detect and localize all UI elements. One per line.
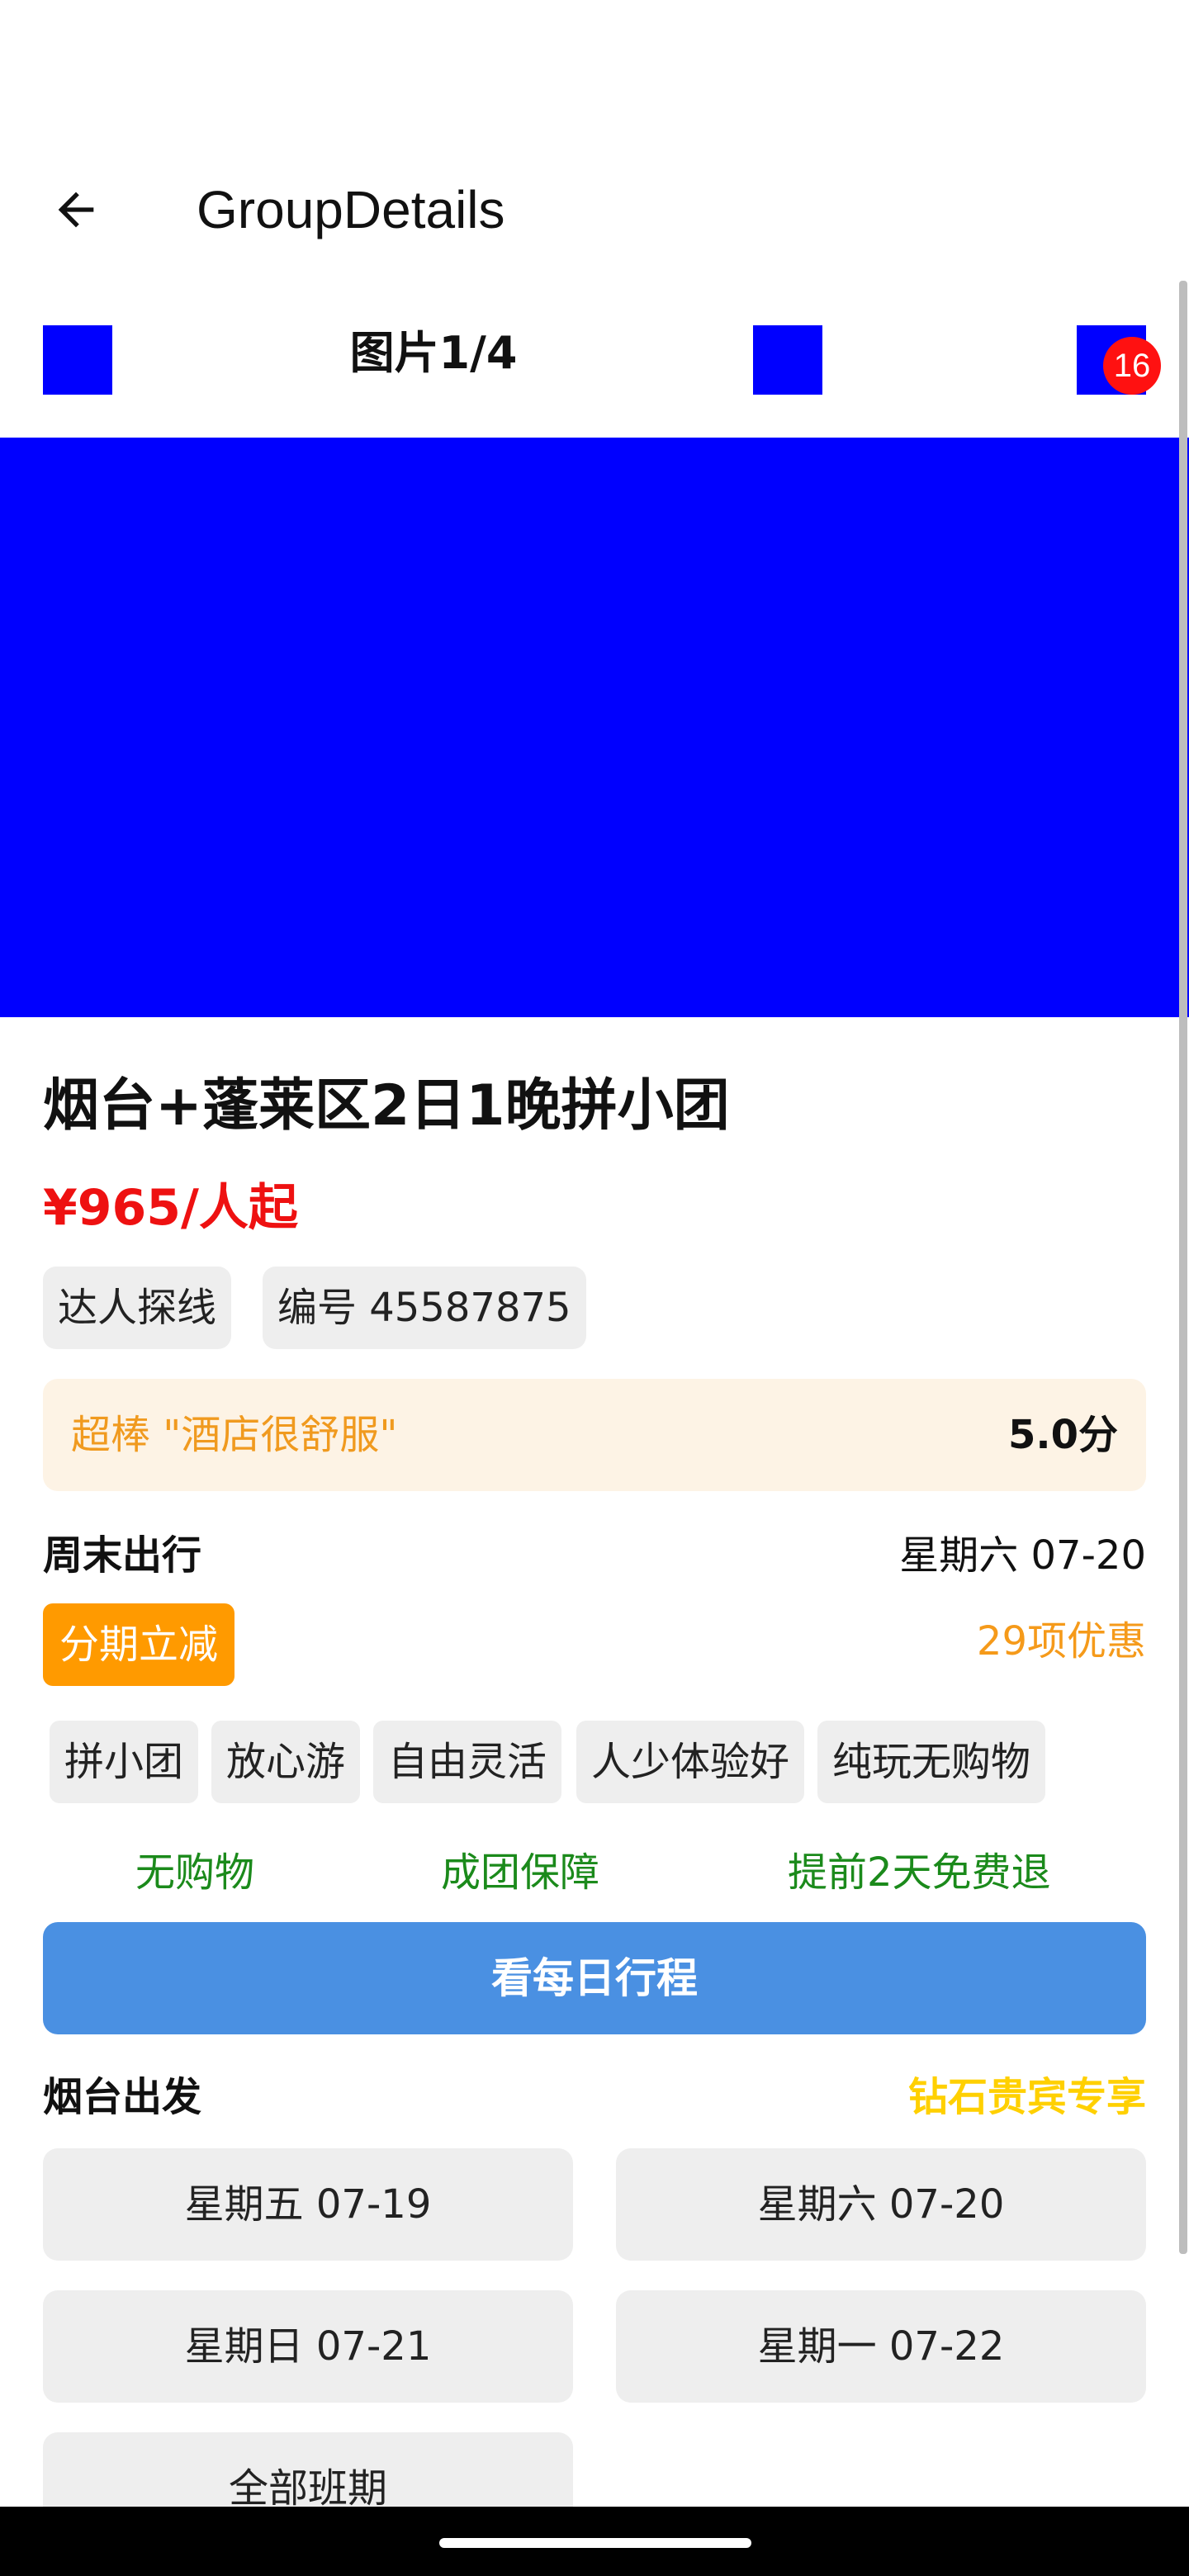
back-button[interactable] — [41, 175, 111, 244]
system-nav-bar — [0, 2507, 1189, 2576]
hero-image[interactable] — [0, 438, 1189, 1017]
date-option[interactable]: 星期五 07-19 — [43, 2148, 573, 2261]
expert-chip: 达人探线 — [43, 1267, 232, 1349]
app-bar: GroupDetails — [0, 149, 1189, 281]
rating-score: 5.0分 — [1007, 1412, 1118, 1458]
guarantee-item: 无购物 — [135, 1849, 255, 1896]
weekend-label: 周末出行 — [43, 1532, 202, 1579]
scroll-content[interactable]: 图片1/4 16 烟台+蓬莱区2日1晚拼小团 ¥965/人起 达人探线 编号 4… — [0, 281, 1189, 2507]
guarantee-item: 成团保障 — [441, 1849, 600, 1896]
scrollbar[interactable] — [1179, 281, 1187, 2254]
product-title: 烟台+蓬莱区2日1晚拼小团 — [43, 1073, 730, 1139]
cart-badge: 16 — [1103, 337, 1161, 395]
vip-label[interactable]: 钻石贵宾专享 — [908, 2064, 1146, 2130]
gallery-left-icon[interactable] — [43, 325, 112, 395]
feature-tag: 人少体验好 — [576, 1721, 805, 1803]
feature-tag: 放心游 — [211, 1721, 361, 1803]
share-icon[interactable] — [753, 325, 822, 395]
home-gesture-pill[interactable] — [439, 2538, 751, 2548]
discount-count[interactable]: 29项优惠 — [977, 1608, 1146, 1674]
product-id-chip: 编号 45587875 — [263, 1267, 586, 1349]
status-bar — [0, 0, 1189, 149]
feature-tag: 纯玩无购物 — [817, 1721, 1046, 1803]
rating-banner[interactable]: 超棒 "酒店很舒服" 5.0分 — [43, 1379, 1146, 1491]
feature-tag: 自由灵活 — [373, 1721, 562, 1803]
guarantee-item: 提前2天免费退 — [788, 1849, 1051, 1896]
gallery-counter: 图片1/4 — [349, 327, 518, 379]
date-option[interactable]: 星期六 07-20 — [616, 2148, 1146, 2261]
gallery-header: 图片1/4 16 — [0, 305, 1189, 395]
page-title: GroupDetails — [197, 180, 505, 239]
departure-city: 烟台出发 — [43, 2074, 202, 2120]
product-price: ¥965/人起 — [43, 1179, 298, 1237]
weekend-date[interactable]: 星期六 07-20 — [899, 1522, 1146, 1589]
date-option[interactable]: 星期一 07-22 — [616, 2290, 1146, 2403]
feature-tag: 拼小团 — [50, 1721, 199, 1803]
installment-tag: 分期立减 — [43, 1603, 235, 1686]
all-dates-button[interactable]: 全部班期 — [43, 2432, 573, 2507]
arrow-left-icon — [58, 192, 94, 228]
date-option[interactable]: 星期日 07-21 — [43, 2290, 573, 2403]
daily-itinerary-button[interactable]: 看每日行程 — [43, 1922, 1146, 2034]
rating-text: 超棒 "酒店很舒服" — [71, 1412, 398, 1458]
